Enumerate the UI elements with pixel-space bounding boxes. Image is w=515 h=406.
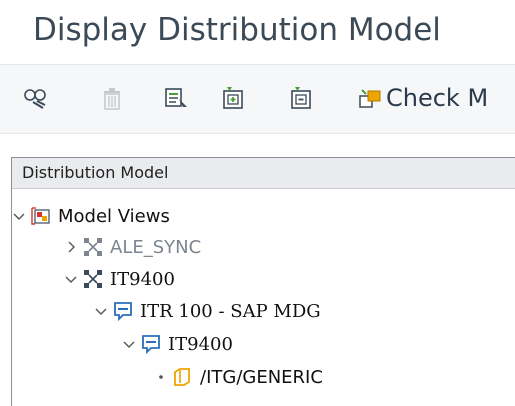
model-view-icon	[82, 268, 104, 290]
tree-node-label: ITR 100 - SAP MDG	[140, 300, 321, 322]
model-view-icon	[82, 236, 104, 258]
check-button[interactable]: Check M	[358, 82, 488, 114]
check-button-label: Check M	[386, 84, 489, 112]
tree-node-label: Model Views	[58, 205, 170, 227]
expand-subtree-button[interactable]	[220, 85, 246, 111]
expand-icon	[223, 87, 243, 109]
tree-node-itr100-sap-mdg[interactable]: ITR 100 - SAP MDG	[94, 297, 321, 325]
page-title: Display Distribution Model	[33, 12, 441, 48]
collapse-icon	[291, 87, 311, 109]
tree-node-label: /ITG/GENERIC	[200, 366, 323, 388]
tree-node-ale-sync[interactable]: ALE_SYNC	[64, 233, 201, 261]
system-icon	[140, 333, 162, 355]
model-views-icon	[30, 205, 52, 227]
collapse-subtree-button[interactable]	[288, 85, 314, 111]
chevron-down-icon[interactable]	[12, 209, 26, 223]
folder-icon	[172, 366, 194, 388]
tree-node-itg-generic[interactable]: /ITG/GENERIC	[154, 363, 323, 391]
tree-node-it9400[interactable]: IT9400	[64, 265, 175, 293]
select-button[interactable]	[163, 85, 189, 111]
trash-icon	[104, 88, 120, 110]
tree-node-label: ALE_SYNC	[110, 236, 202, 258]
distribution-model-panel: Distribution Model Model Views ALE_SYNC …	[11, 157, 515, 406]
tree-node-it9400-system[interactable]: IT9400	[122, 330, 233, 358]
system-icon	[112, 300, 134, 322]
display-change-button[interactable]	[23, 85, 49, 111]
chevron-down-icon[interactable]	[122, 337, 136, 351]
check-icon	[359, 89, 381, 108]
tree-node-label: IT9400	[168, 333, 233, 355]
toolbar: Check M	[0, 64, 515, 134]
select-icon	[165, 88, 187, 107]
chevron-down-icon[interactable]	[94, 304, 108, 318]
bullet-icon	[154, 370, 168, 384]
glasses-icon	[24, 89, 46, 109]
tree-node-label: IT9400	[110, 268, 175, 290]
panel-header: Distribution Model	[12, 158, 515, 189]
tree-node-model-views[interactable]: Model Views	[12, 202, 170, 230]
delete-button[interactable]	[99, 85, 125, 111]
chevron-right-icon[interactable]	[64, 240, 78, 254]
chevron-down-icon[interactable]	[64, 272, 78, 286]
